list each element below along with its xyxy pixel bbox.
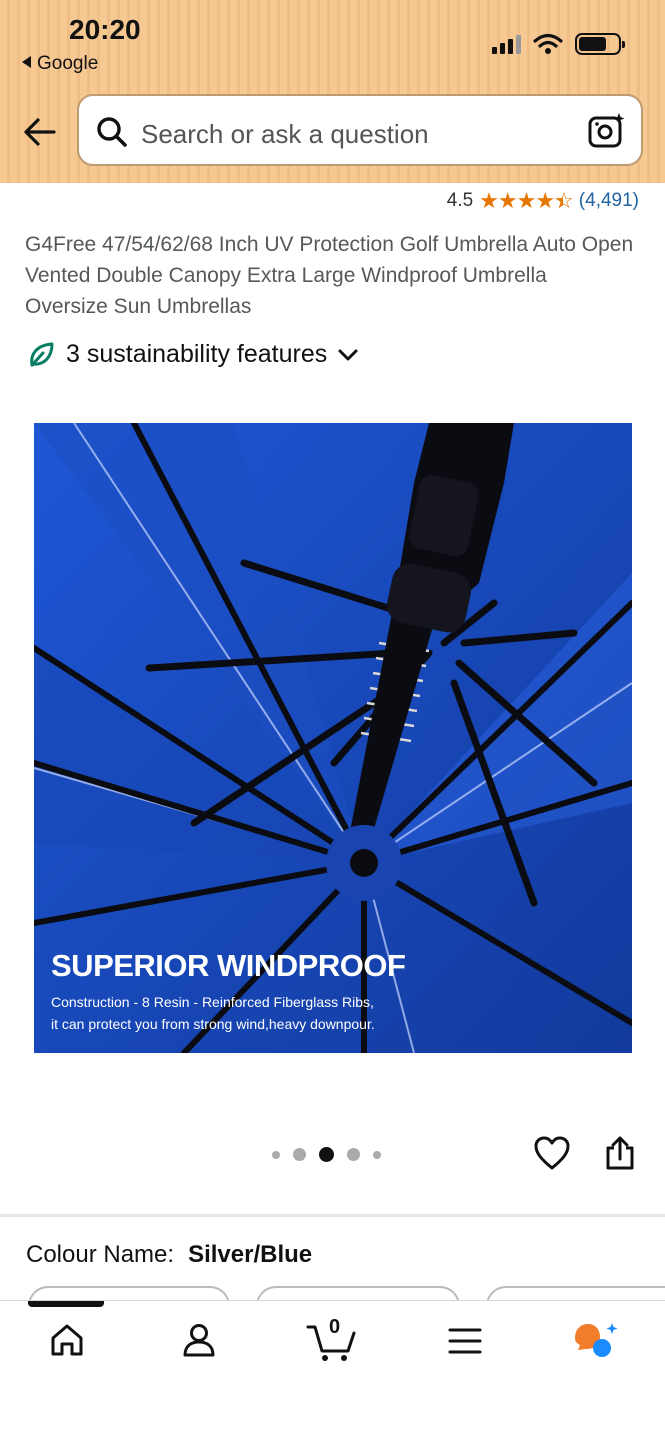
wifi-icon bbox=[533, 33, 563, 54]
cart-count: 0 bbox=[329, 1316, 341, 1338]
image-headline: SUPERIOR WINDPROOF bbox=[51, 948, 406, 983]
sustainability-features-toggle[interactable]: 3 sustainability features bbox=[28, 340, 359, 369]
product-title: G4Free 47/54/62/68 Inch UV Protection Go… bbox=[25, 233, 634, 318]
chevron-down-icon bbox=[338, 349, 358, 360]
carousel-dot[interactable] bbox=[347, 1148, 360, 1161]
image-carousel-dots[interactable] bbox=[272, 1147, 381, 1162]
back-triangle-icon bbox=[22, 56, 31, 68]
account-icon[interactable] bbox=[180, 1321, 218, 1359]
sustainability-label: 3 sustainability features bbox=[66, 340, 328, 368]
rating-summary[interactable]: 4.5 ★★★★☆★ (4,491) bbox=[447, 188, 639, 214]
battery-icon bbox=[575, 33, 625, 55]
rufus-assistant-icon[interactable] bbox=[572, 1321, 620, 1361]
carousel-dot[interactable] bbox=[373, 1150, 381, 1159]
wishlist-heart-icon[interactable] bbox=[533, 1135, 571, 1171]
star-rating-icon: ★★★★☆★ bbox=[479, 188, 574, 213]
carousel-dot[interactable] bbox=[293, 1148, 306, 1161]
product-page: 20:20 Google Search or ask a question 4.… bbox=[0, 0, 665, 1440]
search-placeholder: Search or ask a question bbox=[141, 119, 429, 149]
image-caption: Construction - 8 Resin - Reinforced Fibe… bbox=[51, 991, 375, 1035]
home-icon[interactable] bbox=[48, 1321, 86, 1359]
colour-value: Silver/Blue bbox=[188, 1241, 313, 1268]
camera-search-icon[interactable] bbox=[587, 112, 627, 150]
section-divider bbox=[0, 1214, 665, 1217]
search-input[interactable]: Search or ask a question bbox=[77, 94, 643, 166]
back-arrow-icon[interactable] bbox=[20, 112, 60, 152]
bottom-navigation: 0 bbox=[0, 1300, 665, 1440]
image-caption-line-1: Construction - 8 Resin - Reinforced Fibe… bbox=[51, 994, 374, 1010]
colour-label: Colour Name: bbox=[26, 1241, 175, 1268]
carousel-dot[interactable] bbox=[272, 1150, 280, 1159]
signal-icon bbox=[492, 34, 521, 54]
status-icons bbox=[492, 33, 625, 55]
share-icon[interactable] bbox=[604, 1135, 636, 1171]
search-icon bbox=[97, 117, 127, 147]
carousel-dot-active[interactable] bbox=[319, 1147, 334, 1162]
rating-value: 4.5 bbox=[446, 190, 474, 211]
image-caption-line-2: it can protect you from strong wind,heav… bbox=[51, 1016, 375, 1032]
back-app-label: Google bbox=[37, 53, 99, 74]
colour-selector-label: Colour Name: Silver/Blue bbox=[26, 1241, 312, 1269]
menu-icon[interactable] bbox=[447, 1325, 483, 1357]
review-count-link[interactable]: (4,491) bbox=[579, 190, 639, 212]
leaf-icon bbox=[30, 342, 54, 366]
product-image[interactable]: SUPERIOR WINDPROOF Construction - 8 Resi… bbox=[34, 423, 632, 1053]
header: 20:20 Google Search or ask a question bbox=[0, 0, 665, 183]
back-to-app-link[interactable]: Google bbox=[22, 53, 98, 75]
status-time: 20:20 bbox=[69, 14, 141, 45]
active-tab-indicator bbox=[28, 1301, 104, 1307]
